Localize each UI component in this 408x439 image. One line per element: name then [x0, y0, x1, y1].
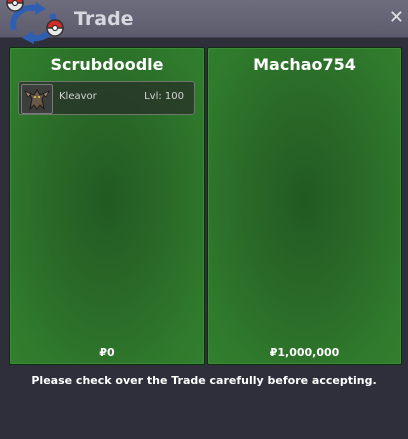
left-money: ₽0: [99, 346, 115, 359]
window-title: Trade: [74, 8, 134, 30]
left-player-name: Scrubdoodle: [50, 55, 164, 74]
pokemon-name: Kleavor: [59, 91, 97, 102]
pokemon-level: Lvl: 100: [144, 91, 184, 102]
kleavor-icon: [21, 84, 53, 114]
close-button[interactable]: ✕: [389, 9, 404, 27]
pokemon-slot[interactable]: Kleavor Lvl: 100: [18, 81, 195, 115]
right-player-name: Machao754: [253, 55, 356, 74]
trade-window: Trade ✕ Scrubdoodle Kleavor Lvl: 100 ₽0 …: [0, 0, 408, 439]
right-money: ₽1,000,000: [269, 346, 340, 359]
trade-logo-icon: [6, 0, 64, 44]
right-trade-panel: Machao754 ₽1,000,000: [207, 47, 402, 365]
trade-notice: Please check over the Trade carefully be…: [31, 374, 377, 387]
left-trade-panel: Scrubdoodle Kleavor Lvl: 100 ₽0: [9, 47, 205, 365]
